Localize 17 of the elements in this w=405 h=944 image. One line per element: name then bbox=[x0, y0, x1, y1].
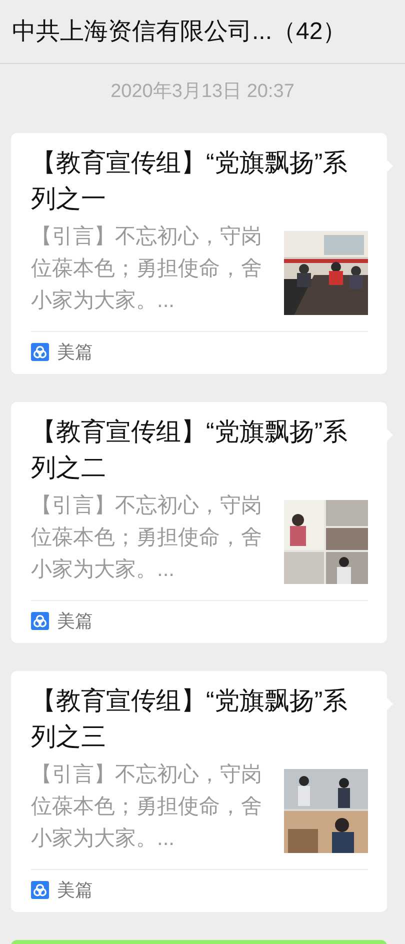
chat-title: 中共上海资信有限公司...（42） bbox=[12, 16, 347, 46]
link-card[interactable]: 【教育宣传组】“党旗飘扬”系列之二 【引言】不忘初心，守岗位葆本色；勇担使命，舍小家为大家。... 美篇 bbox=[11, 402, 387, 642]
card-title: 【教育宣传组】“党旗飘扬”系列之二 bbox=[31, 416, 349, 484]
source-name: 美篇 bbox=[57, 610, 93, 632]
app-logo-icon bbox=[31, 880, 49, 898]
link-card[interactable]: 【教育宣传组】“党旗飘扬”系列之三 【引言】不忘初心，守岗位葆本色；勇担使命，舍小家为大家。... 美篇 bbox=[11, 670, 387, 912]
card-description: 【引言】不忘初心，守岗位葆本色；勇担使命，舍小家为大家。... bbox=[31, 224, 263, 314]
link-card[interactable]: 【教育宣传组】“党旗飘扬”系列之一 【引言】不忘初心，守岗位葆本色；勇担使命，舍小家为大家。... 美篇 bbox=[11, 132, 387, 374]
app-logo-icon bbox=[31, 612, 49, 630]
app-logo-icon bbox=[31, 342, 49, 360]
source-name: 美篇 bbox=[57, 340, 93, 364]
card-description: 【引言】不忘初心，守岗位葆本色；勇担使命，舍小家为大家。... bbox=[31, 492, 263, 582]
card-title: 【教育宣传组】“党旗飘扬”系列之三 bbox=[31, 686, 349, 752]
source-name: 美篇 bbox=[57, 878, 93, 902]
card-description: 【引言】不忘初心，守岗位葆本色；勇担使命，舍小家为大家。... bbox=[31, 762, 263, 852]
card-title: 【教育宣传组】“党旗飘扬”系列之一 bbox=[31, 148, 349, 214]
timestamp: 2020年3月13日 20:37 bbox=[110, 80, 294, 104]
